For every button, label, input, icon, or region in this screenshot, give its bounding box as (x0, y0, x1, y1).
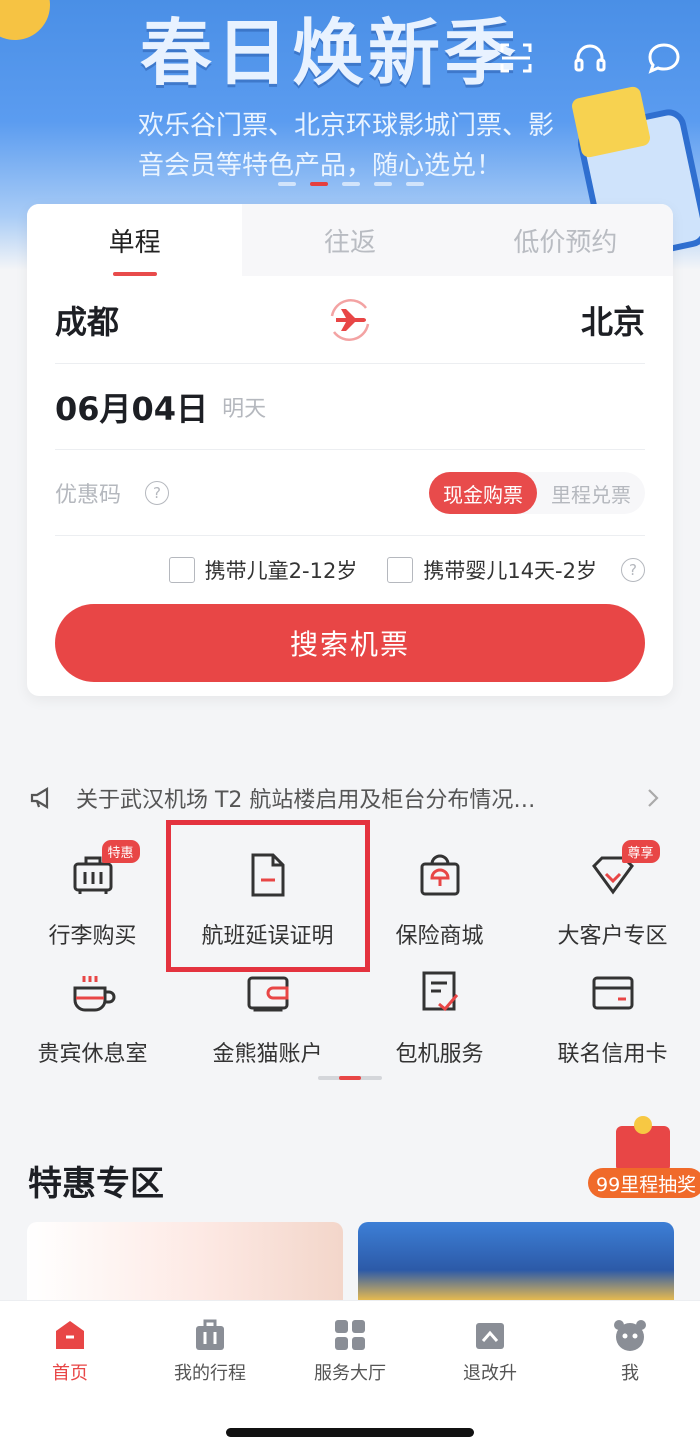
scan-icon[interactable] (498, 40, 534, 76)
home-indicator (226, 1428, 474, 1437)
service-badge: 特惠 (101, 840, 140, 863)
service-label: 行李购买 (48, 924, 137, 949)
infant-option[interactable]: 携带婴儿14天-2岁 (387, 555, 597, 585)
promo-row: 优惠码 ? 现金购票 里程兑票 (55, 450, 645, 536)
departure-date: 06月04日 (55, 389, 209, 428)
chat-icon[interactable] (646, 40, 682, 76)
date-hint: 明天 (222, 396, 267, 422)
search-flights-button[interactable]: 搜索机票 (55, 604, 645, 682)
service-luggage[interactable]: 特惠 行李购买 (5, 838, 180, 949)
service-vip-lounge[interactable]: 贵宾休息室 (5, 956, 180, 1067)
passenger-options-row: 携带儿童2-12岁 携带婴儿14天-2岁 ? (55, 536, 645, 604)
service-corporate-zone[interactable]: 尊享 大客户专区 (525, 838, 700, 949)
mileage-lottery-button[interactable]: 99里程抽奖 (586, 1108, 700, 1200)
checklist-icon (415, 968, 465, 1018)
highlight-box (166, 820, 370, 972)
tab-label: 退改升 (463, 1363, 517, 1384)
lottery-label: 99里程抽奖 (588, 1168, 700, 1198)
service-label: 包机服务 (395, 1042, 484, 1067)
panda-icon (614, 1320, 646, 1351)
banner-pagination (278, 182, 424, 186)
tab-label: 我的行程 (174, 1363, 246, 1384)
cash-purchase-option[interactable]: 现金购票 (429, 472, 537, 514)
service-co-branded-card[interactable]: 联名信用卡 (525, 956, 700, 1067)
options-help-icon[interactable]: ? (621, 558, 645, 582)
promo-card-universiade[interactable] (27, 1222, 343, 1302)
service-badge: 尊享 (621, 840, 660, 863)
service-golden-panda-account[interactable]: 金熊猫账户 (180, 956, 355, 1067)
child-option-label: 携带儿童2-12岁 (204, 559, 358, 583)
megaphone-icon (30, 787, 49, 809)
service-label: 贵宾休息室 (37, 1042, 148, 1067)
ticket-change-icon (476, 1323, 504, 1349)
tab-my-trips[interactable]: 我的行程 (140, 1317, 280, 1385)
suitcase-icon (196, 1319, 224, 1350)
tab-me[interactable]: 我 (560, 1317, 700, 1385)
special-zone-title: 特惠专区 (28, 1164, 164, 1204)
banner-text: 欢乐谷门票、北京环球影城门票、影音会员等特色产品，随心选兑！ (138, 111, 555, 181)
home-icon (56, 1321, 84, 1349)
flight-booking-card: 单程 往返 低价预约 成都 北京 06月04日 明天 优惠码 ? 现金购票 里程… (27, 204, 673, 696)
tab-label: 首页 (52, 1363, 88, 1384)
service-label: 金熊猫账户 (212, 1042, 323, 1067)
grid-icon (335, 1320, 365, 1350)
promo-code-input[interactable]: 优惠码 (55, 477, 121, 509)
service-insurance-mall[interactable]: 保险商城 (352, 838, 527, 949)
tab-round-trip[interactable]: 往返 (242, 204, 458, 276)
child-checkbox[interactable] (168, 557, 195, 583)
tab-one-way[interactable]: 单程 (27, 204, 243, 276)
trip-type-tabs: 单程 往返 低价预约 (27, 204, 673, 276)
mileage-redeem-option[interactable]: 里程兑票 (537, 472, 645, 514)
arrival-city[interactable]: 北京 (581, 297, 645, 343)
banner-title: 春日焕新季 (140, 11, 521, 95)
tab-label: 服务大厅 (314, 1363, 386, 1384)
wallet-icon (243, 968, 293, 1018)
headset-icon[interactable] (572, 40, 608, 76)
swap-cities-button[interactable] (322, 292, 378, 348)
tab-low-price-booking[interactable]: 低价预约 (457, 204, 673, 276)
notice-text: 关于武汉机场 T2 航站楼启用及柜台分布情况… (76, 788, 536, 813)
insurance-bag-icon (415, 850, 465, 900)
luggage-icon: 特惠 (68, 840, 140, 900)
tab-refund-change[interactable]: 退改升 (420, 1317, 560, 1385)
bottom-tab-bar: 首页 我的行程 服务大厅 退改升 我 (0, 1300, 700, 1449)
notice-bar[interactable]: 关于武汉机场 T2 航站楼启用及柜台分布情况… (28, 778, 662, 818)
departure-city[interactable]: 成都 (55, 297, 119, 343)
service-label: 大客户专区 (557, 924, 668, 949)
service-label: 联名信用卡 (557, 1042, 668, 1067)
date-row[interactable]: 06月04日 明天 (55, 364, 645, 450)
coffee-cup-icon (68, 968, 118, 1018)
tab-service-hall[interactable]: 服务大厅 (280, 1317, 420, 1385)
tab-label: 我 (621, 1363, 639, 1384)
service-charter[interactable]: 包机服务 (352, 956, 527, 1067)
vip-shield-icon: 尊享 (588, 840, 660, 900)
infant-checkbox[interactable] (387, 557, 414, 583)
plane-swap-icon (330, 298, 370, 341)
city-row: 成都 北京 (55, 276, 645, 364)
banner-decoration (0, 0, 60, 50)
payment-mode-toggle: 现金购票 里程兑票 (429, 472, 645, 514)
tab-home[interactable]: 首页 (0, 1317, 140, 1385)
promo-card-city[interactable] (358, 1222, 674, 1302)
grid-pager (318, 1076, 382, 1080)
promo-help-icon[interactable]: ? (145, 480, 170, 505)
gift-bow (634, 1116, 652, 1134)
chevron-right-icon (648, 789, 659, 807)
credit-card-icon (588, 968, 638, 1018)
child-option[interactable]: 携带儿童2-12岁 (168, 555, 358, 585)
service-label: 保险商城 (395, 924, 484, 949)
top-toolbar (498, 40, 682, 76)
infant-option-label: 携带婴儿14天-2岁 (423, 559, 597, 583)
